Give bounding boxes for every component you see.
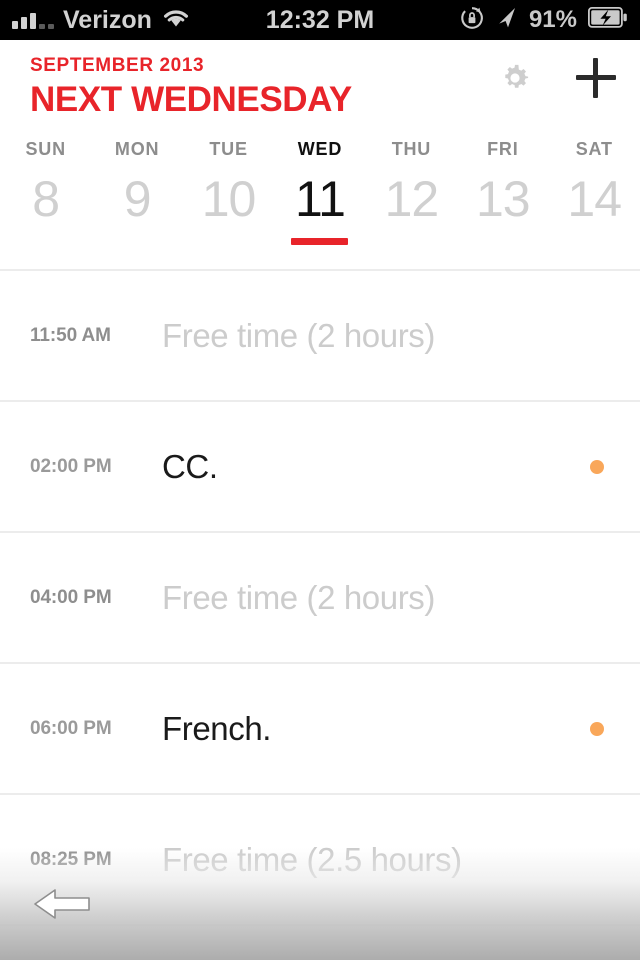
location-arrow-icon (496, 6, 518, 35)
add-event-button[interactable] (576, 58, 616, 98)
gear-icon[interactable] (498, 61, 532, 95)
day-cell-sun[interactable]: SUN 8 (0, 140, 91, 245)
agenda-row-title: CC. (162, 448, 218, 485)
agenda-row-title: French. (162, 710, 272, 747)
carrier-label: Verizon (63, 5, 152, 34)
agenda-row-title: Free time (2 hours) (162, 579, 435, 616)
header-actions (498, 58, 616, 98)
status-bar-right: 91% (459, 0, 628, 40)
day-cell-fri[interactable]: FRI 13 (457, 140, 548, 245)
agenda-row-time: 08:25 PM (30, 848, 112, 870)
agenda-row-time: 06:00 PM (30, 717, 112, 739)
day-cell-sat[interactable]: SAT 14 (549, 140, 640, 245)
status-time: 12:32 PM (265, 5, 375, 34)
agenda-row-free-time[interactable]: 11:50 AM Free time (2 hours) (0, 271, 640, 402)
agenda-row-time: 02:00 PM (30, 455, 112, 477)
event-color-dot (590, 721, 604, 736)
status-bar: Verizon 12:32 PM 91% (0, 0, 640, 40)
day-selected-underline (17, 238, 74, 245)
agenda-row-time: 11:50 AM (30, 324, 111, 346)
agenda-list: 11:50 AM Free time (2 hours) 02:00 PM CC… (0, 271, 640, 926)
day-selected-underline (474, 238, 531, 245)
day-cell-wed[interactable]: WED 11 (274, 140, 365, 245)
calendar-app-screen: Verizon 12:32 PM 91% SEPTEMBER 2013 NEXT… (0, 0, 640, 960)
day-cell-thu[interactable]: THU 12 (366, 140, 457, 245)
day-number-label: 13 (476, 171, 531, 227)
day-of-week-label: SAT (575, 139, 613, 159)
event-color-dot (590, 459, 604, 474)
day-selected-underline (200, 238, 257, 245)
day-number-label: 8 (32, 171, 60, 227)
day-of-week-label: THU (391, 139, 432, 159)
day-cell-tue[interactable]: TUE 10 (183, 140, 274, 245)
status-bar-left: Verizon (12, 6, 191, 35)
day-of-week-label: TUE (209, 139, 248, 159)
agenda-row-event[interactable]: 02:00 PM CC. (0, 402, 640, 533)
signal-bars-icon (12, 11, 54, 29)
day-selected-underline (566, 238, 623, 245)
day-number-label: 10 (201, 171, 257, 227)
day-selected-underline (109, 238, 166, 245)
day-number-label: 14 (567, 171, 622, 227)
day-of-week-label: SUN (25, 139, 66, 159)
week-strip: SUN 8 MON 9 TUE 10 WED 11 THU 12 FRI 13 … (0, 136, 640, 271)
agenda-row-free-time[interactable]: 04:00 PM Free time (2 hours) (0, 533, 640, 664)
day-number-label: 12 (384, 171, 440, 227)
day-number-label: 9 (123, 171, 152, 227)
day-number-label: 11 (295, 171, 346, 227)
day-of-week-label: FRI (487, 139, 519, 159)
wifi-icon (161, 7, 191, 34)
day-cell-mon[interactable]: MON 9 (91, 140, 182, 245)
day-selected-underline (383, 238, 440, 245)
day-of-week-label: MON (114, 139, 160, 159)
agenda-row-free-time[interactable]: 08:25 PM Free time (2.5 hours) (0, 795, 640, 926)
agenda-row-title: Free time (2.5 hours) (162, 841, 462, 878)
agenda-row-title: Free time (2 hours) (162, 317, 435, 354)
agenda-row-event[interactable]: 06:00 PM French. (0, 664, 640, 795)
day-selected-underline (291, 238, 349, 245)
rotation-lock-icon (459, 5, 485, 36)
app-header: SEPTEMBER 2013 NEXT WEDNESDAY (0, 40, 640, 136)
agenda-row-time: 04:00 PM (30, 586, 112, 608)
day-of-week-label: WED (297, 139, 343, 159)
battery-percent-label: 91% (528, 6, 577, 33)
battery-charging-icon (587, 6, 628, 33)
week-row: SUN 8 MON 9 TUE 10 WED 11 THU 12 FRI 13 … (0, 140, 640, 245)
